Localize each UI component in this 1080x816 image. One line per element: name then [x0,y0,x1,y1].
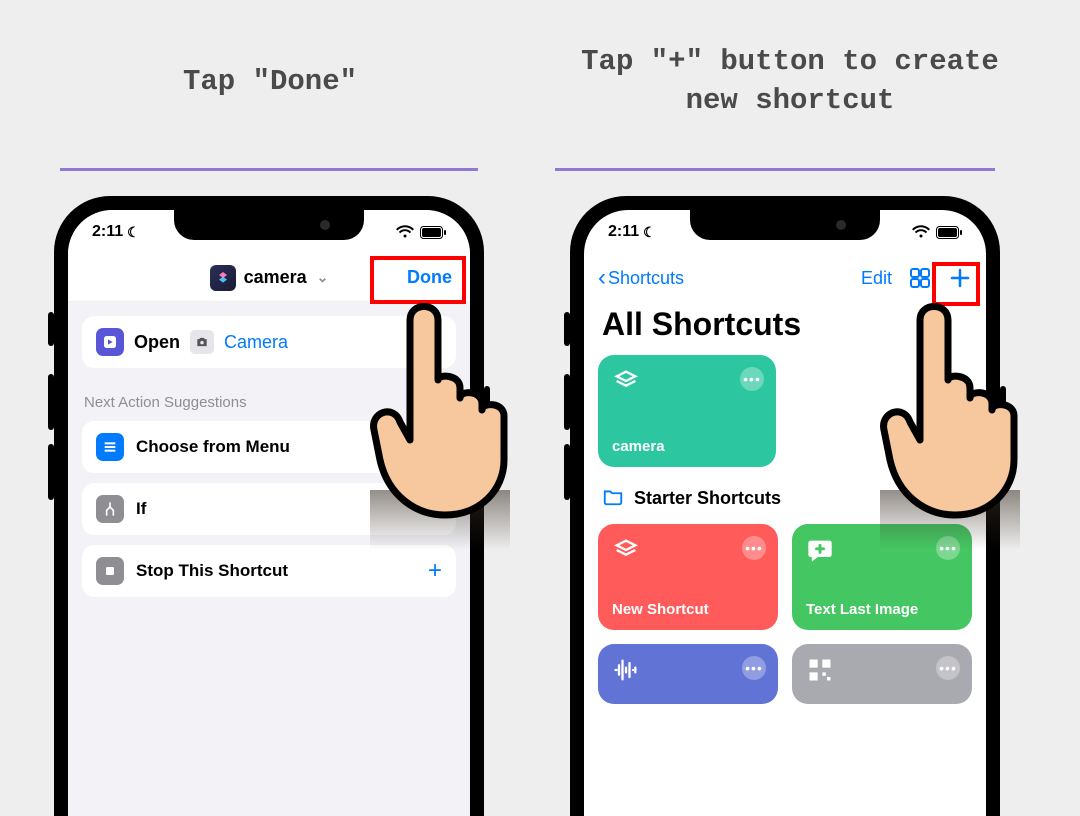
notch [690,210,880,240]
suggestion-label: If [136,499,146,519]
suggestion-label: Stop This Shortcut [136,561,288,581]
status-time: 2:11 [608,223,639,241]
back-label: Shortcuts [608,268,684,289]
side-button [564,312,570,346]
more-icon[interactable]: ••• [936,656,960,680]
battery-icon [936,226,962,239]
menu-icon [96,433,124,461]
battery-icon [420,226,446,239]
side-button [48,312,54,346]
back-button[interactable]: ‹ Shortcuts [598,264,684,292]
page-title: All Shortcuts [584,302,986,355]
action-verb: Open [134,332,180,353]
editor-header: camera ⌄ Done [68,254,470,302]
waveform-icon [612,656,640,684]
dnd-moon-icon: ☾ [643,224,656,241]
side-button [48,374,54,430]
tile-label: camera [612,438,762,455]
suggestion-label: Choose from Menu [136,437,290,457]
action-param[interactable]: Camera [224,332,288,353]
branch-icon [96,495,124,523]
shortcut-title-text: camera [244,267,307,288]
folder-icon [602,485,624,512]
done-button[interactable]: Done [407,254,452,301]
tile-label: New Shortcut [612,601,764,618]
camera-app-icon [190,330,214,354]
shortcut-tile-camera[interactable]: ••• camera [598,355,776,467]
shortcut-tile-partial[interactable]: ••• [598,644,778,704]
chevron-left-icon: ‹ [598,264,606,292]
layers-icon [612,367,640,395]
suggestion-choose-from-menu[interactable]: Choose from Menu + [82,421,456,473]
hand-cuff [880,490,1020,550]
caption-left: Tap "Done" [60,62,480,101]
side-button [564,444,570,500]
caption-right: Tap "+" button to create new shortcut [560,42,1020,120]
folder-label: Starter Shortcuts [634,488,781,509]
edit-button[interactable]: Edit [861,268,892,289]
add-suggestion-icon[interactable]: + [428,557,442,585]
divider-right [555,168,995,171]
tile-label: Text Last Image [806,601,958,618]
add-shortcut-button[interactable] [948,266,972,290]
wifi-icon [396,225,414,239]
message-plus-icon [806,536,834,564]
action-open-app[interactable]: Open Camera [82,316,456,368]
dnd-moon-icon: ☾ [127,224,140,241]
wifi-icon [912,225,930,239]
notch [174,210,364,240]
suggestions-header: Next Action Suggestions [84,394,454,411]
divider-left [60,168,478,171]
status-time: 2:11 [92,223,123,241]
nav-bar: ‹ Shortcuts Edit [584,254,986,302]
add-suggestion-icon[interactable]: + [428,433,442,461]
suggestion-stop-shortcut[interactable]: Stop This Shortcut + [82,545,456,597]
side-button [1000,386,1006,476]
qr-icon [806,656,834,684]
shortcuts-app-icon [210,265,236,291]
hand-cuff [370,490,510,550]
chevron-down-icon: ⌄ [317,269,329,286]
more-icon[interactable]: ••• [740,367,764,391]
side-button [48,444,54,500]
layers-icon [612,536,640,564]
shortcut-tile-new-shortcut[interactable]: ••• New Shortcut [598,524,778,630]
more-icon[interactable]: ••• [742,656,766,680]
side-button [564,374,570,430]
shortcut-tile-partial[interactable]: ••• [792,644,972,704]
side-button [484,386,490,476]
open-app-icon [96,328,124,356]
grid-view-icon[interactable] [908,266,932,290]
shortcut-title[interactable]: camera ⌄ [210,265,329,291]
more-icon[interactable]: ••• [742,536,766,560]
stop-icon [96,557,124,585]
